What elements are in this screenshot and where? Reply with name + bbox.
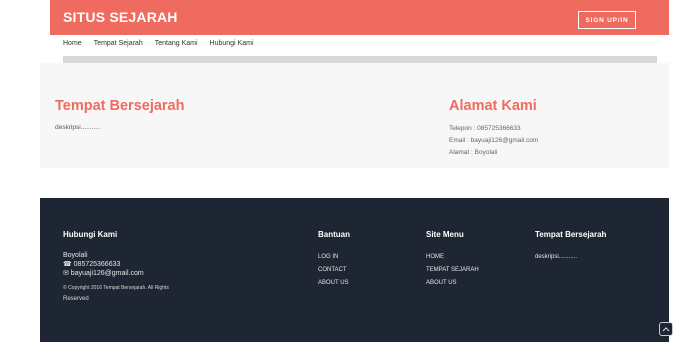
- nav-item-hubungi-kami[interactable]: Hubungi Kami: [210, 40, 254, 54]
- footer-site-menu-column: Site Menu HOME TEMPAT SEJARAH ABOUT US: [426, 230, 479, 290]
- main-navigation: Home Tempat Sejarah Tentang Kami Hubungi…: [63, 40, 254, 54]
- section-description: deskripsi...........: [55, 124, 101, 131]
- nav-item-home[interactable]: Home: [63, 40, 82, 54]
- nav-item-tempat-sejarah[interactable]: Tempat Sejarah: [94, 40, 143, 54]
- scroll-to-top-button[interactable]: [659, 322, 673, 336]
- sign-up-in-button[interactable]: SIGN UP/IN: [578, 11, 636, 29]
- section-title-tempat-bersejarah: Tempat Bersejarah: [55, 98, 185, 114]
- footer-city: Boyolali: [63, 252, 88, 259]
- site-brand-logo[interactable]: SITUS SEJARAH: [63, 9, 178, 25]
- footer-site-menu-title: Site Menu: [426, 230, 464, 239]
- footer-places-column: Tempat Bersejarah deskripsi...........: [535, 230, 606, 264]
- address-block: Telepon : 085725366633 Email : bayuaji12…: [449, 123, 538, 159]
- footer-places-title: Tempat Bersejarah: [535, 230, 607, 239]
- address-location: Alamat : Boyolali: [449, 149, 498, 156]
- footer-contact-column: Hubungi Kami Boyolali ☎ 085725366633 ✉ b…: [63, 230, 169, 305]
- section-title-alamat-kami: Alamat Kami: [449, 98, 537, 114]
- footer-email[interactable]: ✉ bayuaji126@gmail.com: [63, 269, 169, 278]
- address-phone: Telepon : 085725366633: [449, 125, 521, 132]
- footer-contact-title: Hubungi Kami: [63, 230, 118, 239]
- footer-link-about-us[interactable]: ABOUT US: [318, 277, 350, 290]
- footer-help-title: Bantuan: [318, 230, 350, 239]
- footer-places-description: deskripsi...........: [535, 254, 578, 260]
- nav-item-tentang-kami[interactable]: Tentang Kami: [155, 40, 198, 54]
- chevron-up-icon: [662, 327, 670, 332]
- copyright-line-2: Reserved: [63, 296, 89, 302]
- footer-link-home[interactable]: HOME: [426, 251, 479, 264]
- footer-link-login[interactable]: LOG IN: [318, 251, 350, 264]
- footer-help-column: Bantuan LOG IN CONTACT ABOUT US: [318, 230, 350, 290]
- nav-divider-strip: [63, 56, 657, 63]
- footer-phone: ☎ 085725366633: [63, 261, 121, 268]
- footer-link-about-us-2[interactable]: ABOUT US: [426, 277, 479, 290]
- address-email: Email : bayuaji126@gmail.com: [449, 137, 539, 144]
- main-content-panel: [40, 63, 669, 168]
- copyright-line-1: © Copyright 2016 Tempat Bersejarah. All …: [63, 285, 169, 291]
- footer-link-contact[interactable]: CONTACT: [318, 264, 350, 277]
- footer-link-tempat-sejarah[interactable]: TEMPAT SEJARAH: [426, 264, 479, 277]
